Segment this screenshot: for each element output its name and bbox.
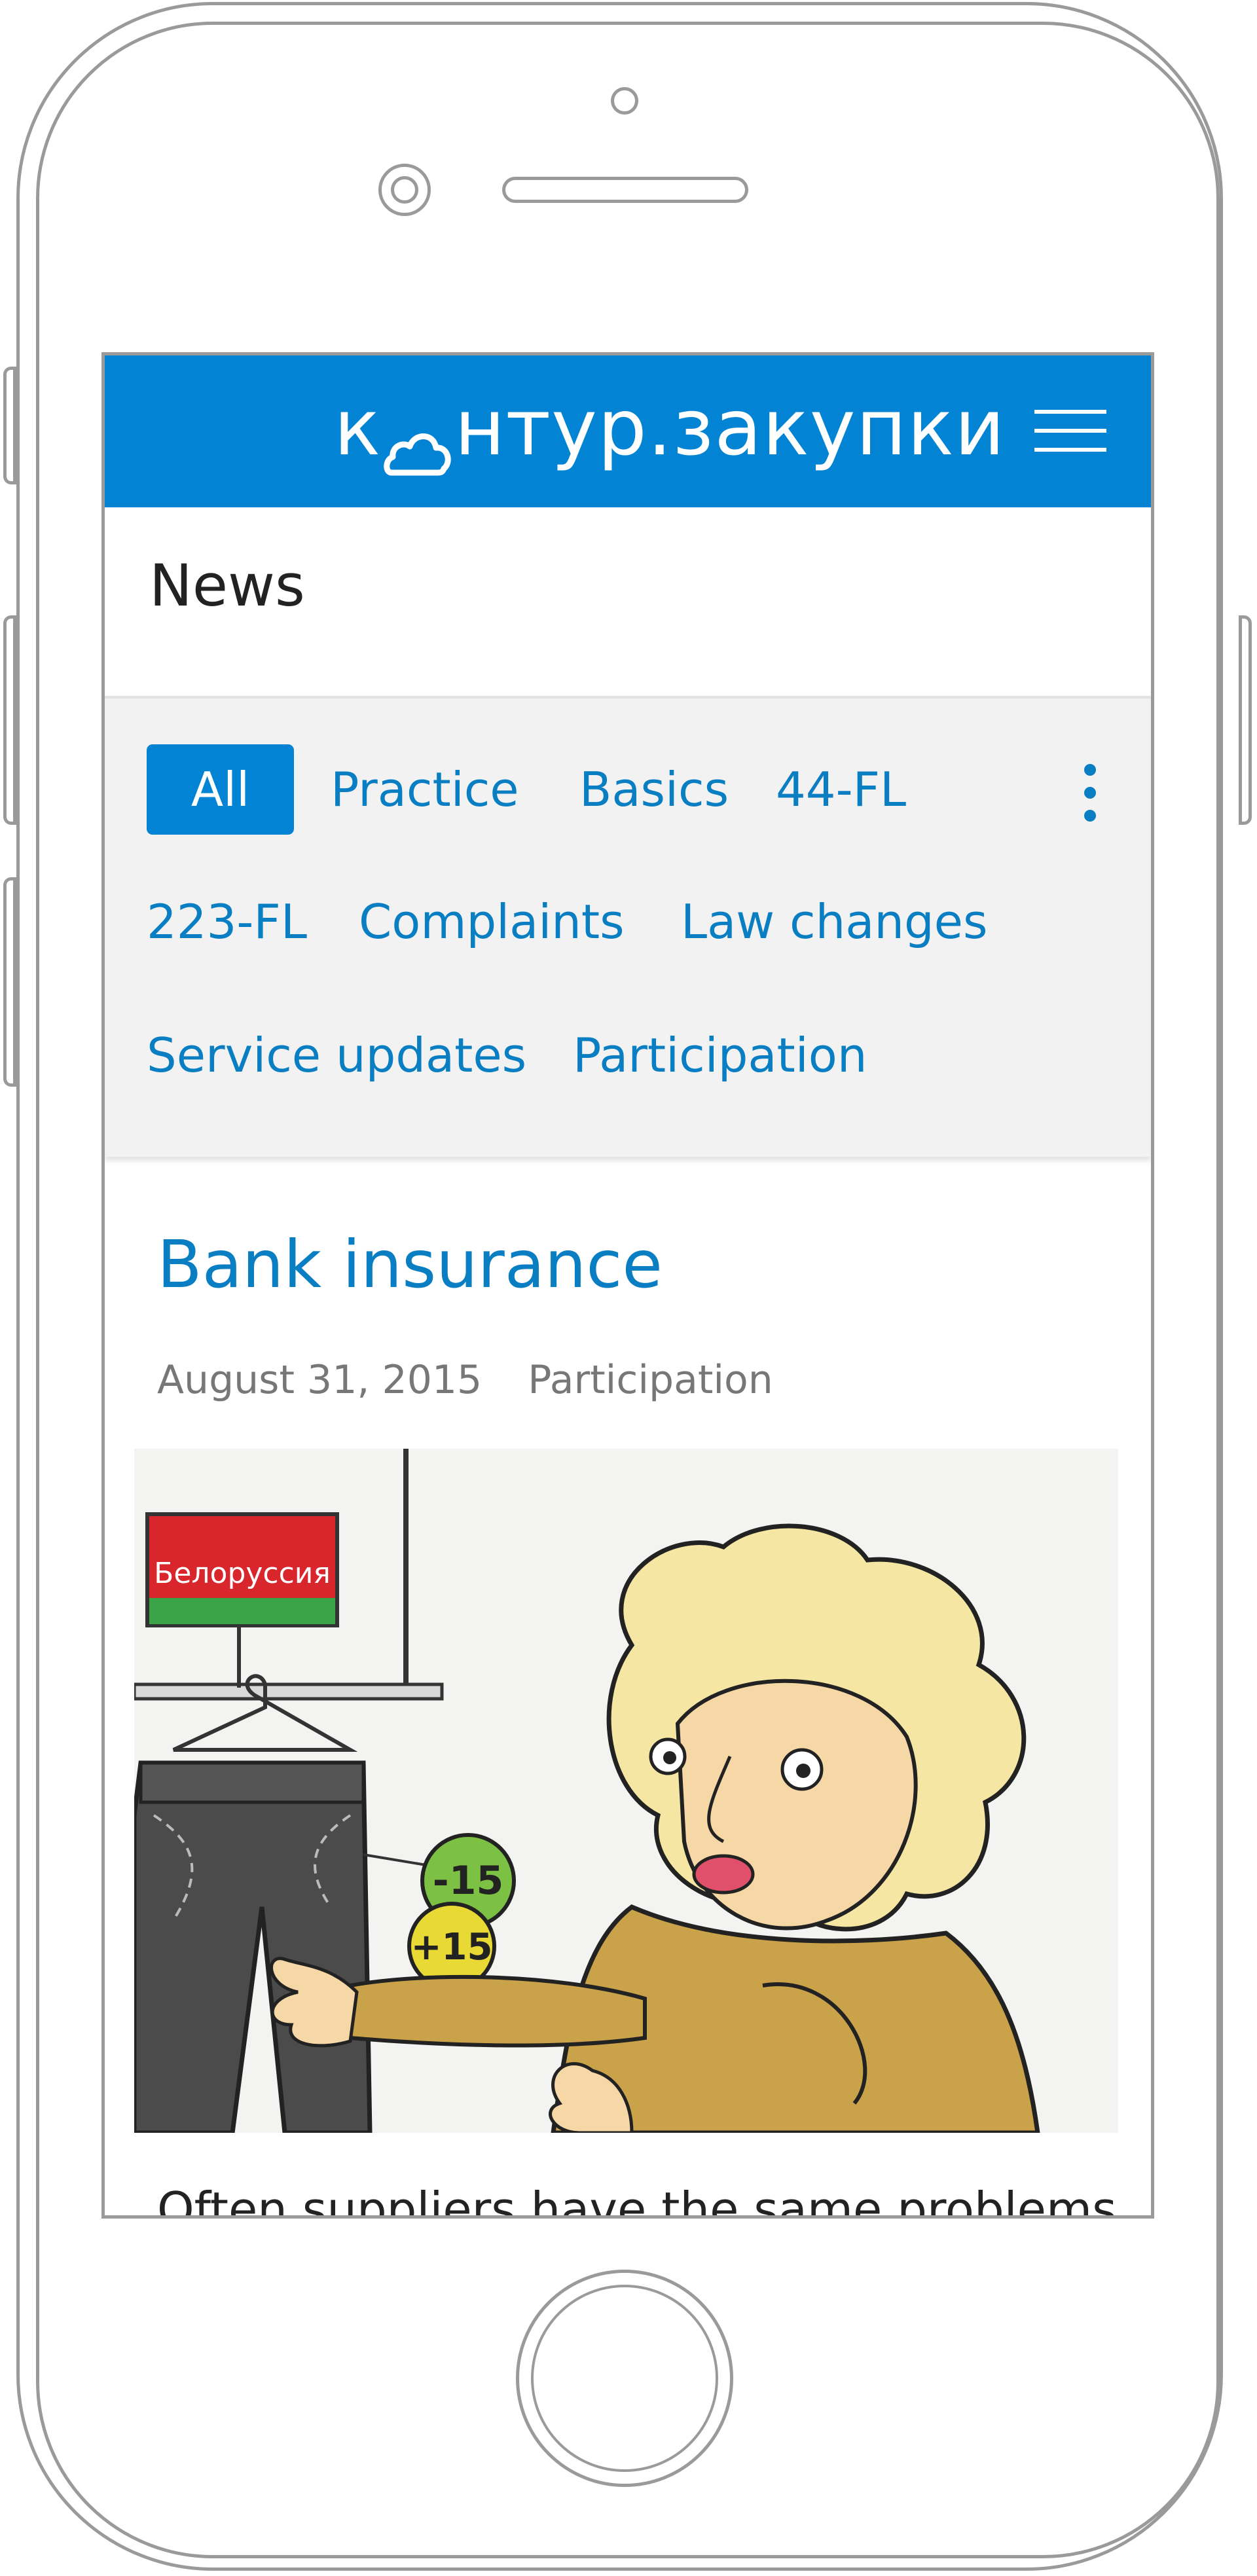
top-bar: к нтур.закупки xyxy=(105,355,1151,507)
filter-chip-law-changes[interactable]: Law changes xyxy=(681,892,988,951)
article-category[interactable]: Participation xyxy=(528,1357,773,1403)
mute-switch xyxy=(3,367,16,484)
vertical-dots-icon[interactable] xyxy=(1077,764,1103,823)
article-title-link[interactable]: Bank insurance xyxy=(157,1226,663,1303)
filter-chip-complaints[interactable]: Complaints xyxy=(359,892,625,951)
site-logo[interactable]: к нтур.закупки xyxy=(334,382,1006,476)
article-meta: August 31, 2015 Participation xyxy=(157,1357,773,1403)
phone-screen: к нтур.закупки News All Practice Basics … xyxy=(101,352,1154,2219)
logo-text-prefix: к xyxy=(334,382,382,473)
price-tag-green: -15 xyxy=(433,1858,503,1904)
volume-down-button xyxy=(3,877,16,1087)
earpiece-speaker xyxy=(502,177,748,203)
hamburger-menu-icon[interactable] xyxy=(1034,405,1106,457)
filter-chip-participation[interactable]: Participation xyxy=(573,1026,867,1085)
page-title: News xyxy=(149,552,305,619)
category-filter-panel: All Practice Basics 44-FL 223-FL Complai… xyxy=(105,696,1151,1157)
article-illustration[interactable]: Белоруссия -15 +15 xyxy=(134,1449,1118,2133)
filter-chip-practice[interactable]: Practice xyxy=(331,760,519,819)
filter-chip-223-fl[interactable]: 223-FL xyxy=(147,892,307,951)
volume-up-button xyxy=(3,615,16,825)
article-excerpt: Often suppliers have the same problems xyxy=(157,2182,1117,2219)
filter-chip-basics[interactable]: Basics xyxy=(579,760,729,819)
home-button[interactable] xyxy=(516,2270,733,2487)
cloud-icon xyxy=(382,407,453,476)
price-tag-yellow: +15 xyxy=(411,1926,493,1968)
logo-text-suffix: нтур.закупки xyxy=(454,382,1006,473)
front-camera xyxy=(611,87,638,115)
proximity-sensor xyxy=(378,164,431,216)
sign-text: Белоруссия xyxy=(154,1557,331,1590)
filter-chip-service-updates[interactable]: Service updates xyxy=(147,1026,526,1085)
filter-chip-all[interactable]: All xyxy=(147,744,294,835)
filter-chip-44-fl[interactable]: 44-FL xyxy=(776,760,906,819)
article-date: August 31, 2015 xyxy=(157,1357,483,1403)
power-button xyxy=(1239,615,1252,825)
